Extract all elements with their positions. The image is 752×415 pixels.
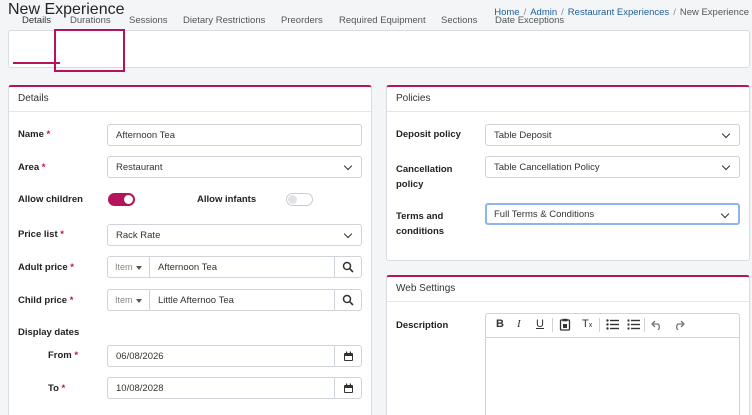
- details-card-header: Details: [9, 87, 371, 112]
- adult-price-search-button[interactable]: [334, 256, 362, 278]
- child-price-type-dropdown[interactable]: Item: [107, 289, 150, 311]
- chevron-down-icon: [721, 161, 731, 171]
- numbered-list-button[interactable]: [627, 319, 640, 333]
- tab-sessions[interactable]: Sessions: [129, 15, 168, 26]
- terms-conditions-label: Terms and conditions: [396, 211, 445, 237]
- undo-icon: [651, 320, 660, 331]
- tab-preorders[interactable]: Preorders: [281, 15, 323, 26]
- calendar-icon: [343, 383, 353, 393]
- display-dates-label: Display dates: [18, 327, 80, 338]
- bold-button[interactable]: B: [496, 318, 504, 330]
- toolbar-divider: [599, 318, 600, 332]
- adult-price-label: Adult price *: [18, 262, 74, 273]
- area-select[interactable]: Restaurant: [107, 156, 362, 178]
- to-date-picker-button[interactable]: [334, 377, 362, 399]
- breadcrumb-current: New Experience: [679, 7, 749, 18]
- redo-button[interactable]: [673, 319, 685, 333]
- chevron-down-icon: [343, 161, 353, 171]
- tab-details[interactable]: Details: [22, 15, 51, 26]
- allow-children-toggle[interactable]: [108, 193, 135, 206]
- to-label: To *: [48, 383, 66, 394]
- clear-format-button[interactable]: Tx: [582, 318, 592, 330]
- policies-card-header: Policies: [387, 87, 749, 112]
- price-list-label: Price list *: [18, 229, 64, 240]
- cancellation-policy-label: Cancellation policy: [396, 164, 453, 190]
- name-label: Name *: [18, 129, 51, 140]
- active-tab-indicator: [13, 62, 60, 64]
- to-date-input[interactable]: 10/08/2028: [107, 377, 335, 399]
- web-settings-card-header: Web Settings: [387, 277, 749, 302]
- adult-price-type-dropdown[interactable]: Item: [107, 256, 150, 278]
- adult-price-input[interactable]: Afternoon Tea: [149, 256, 335, 278]
- allow-infants-toggle[interactable]: [286, 193, 313, 206]
- deposit-policy-select[interactable]: Table Deposit: [485, 124, 740, 146]
- tab-dietary-restrictions[interactable]: Dietary Restrictions: [183, 15, 265, 26]
- description-label: Description: [396, 320, 449, 331]
- search-icon: [342, 261, 354, 273]
- child-price-input[interactable]: Little Afternoo Tea: [149, 289, 335, 311]
- italic-button[interactable]: I: [517, 318, 521, 330]
- from-date-input[interactable]: 06/08/2026: [107, 345, 335, 367]
- allow-infants-label: Allow infants: [197, 194, 257, 205]
- description-editor[interactable]: [485, 337, 740, 415]
- highlight-box: [54, 29, 125, 72]
- undo-button[interactable]: [651, 319, 663, 333]
- from-date-picker-button[interactable]: [334, 345, 362, 367]
- bullet-list-icon: [606, 319, 619, 330]
- cancellation-policy-select[interactable]: Table Cancellation Policy: [485, 156, 740, 178]
- from-label: From *: [48, 350, 79, 361]
- breadcrumb-separator: /: [673, 7, 676, 18]
- allow-children-label: Allow children: [18, 194, 83, 205]
- search-icon: [342, 294, 354, 306]
- area-label: Area *: [18, 162, 46, 173]
- child-price-search-button[interactable]: [334, 289, 362, 311]
- paste-button[interactable]: [559, 318, 571, 334]
- toolbar-divider: [552, 318, 553, 332]
- name-input[interactable]: Afternoon Tea: [107, 124, 362, 146]
- tab-date-exceptions[interactable]: Date Exceptions: [495, 15, 564, 26]
- deposit-policy-label: Deposit policy: [396, 129, 461, 140]
- numbered-list-icon: [627, 319, 640, 330]
- chevron-down-icon: [720, 209, 730, 219]
- bullet-list-button[interactable]: [606, 319, 619, 333]
- underline-button[interactable]: U: [536, 318, 544, 330]
- clear-format-icon: T: [582, 318, 589, 330]
- chevron-down-icon: [343, 229, 353, 239]
- tab-durations[interactable]: Durations: [70, 15, 111, 26]
- tab-sections[interactable]: Sections: [441, 15, 477, 26]
- caret-down-icon: [135, 298, 142, 303]
- toolbar-divider: [644, 318, 645, 332]
- tab-required-equipment[interactable]: Required Equipment: [339, 15, 426, 26]
- terms-conditions-select[interactable]: Full Terms & Conditions: [485, 203, 740, 225]
- redo-icon: [676, 320, 685, 331]
- calendar-icon: [343, 351, 353, 361]
- price-list-select[interactable]: Rack Rate: [107, 224, 362, 246]
- caret-down-icon: [135, 265, 142, 270]
- chevron-down-icon: [721, 129, 731, 139]
- breadcrumb-restaurant-experiences[interactable]: Restaurant Experiences: [568, 7, 669, 18]
- clipboard-icon: [559, 318, 571, 331]
- child-price-label: Child price *: [18, 295, 74, 306]
